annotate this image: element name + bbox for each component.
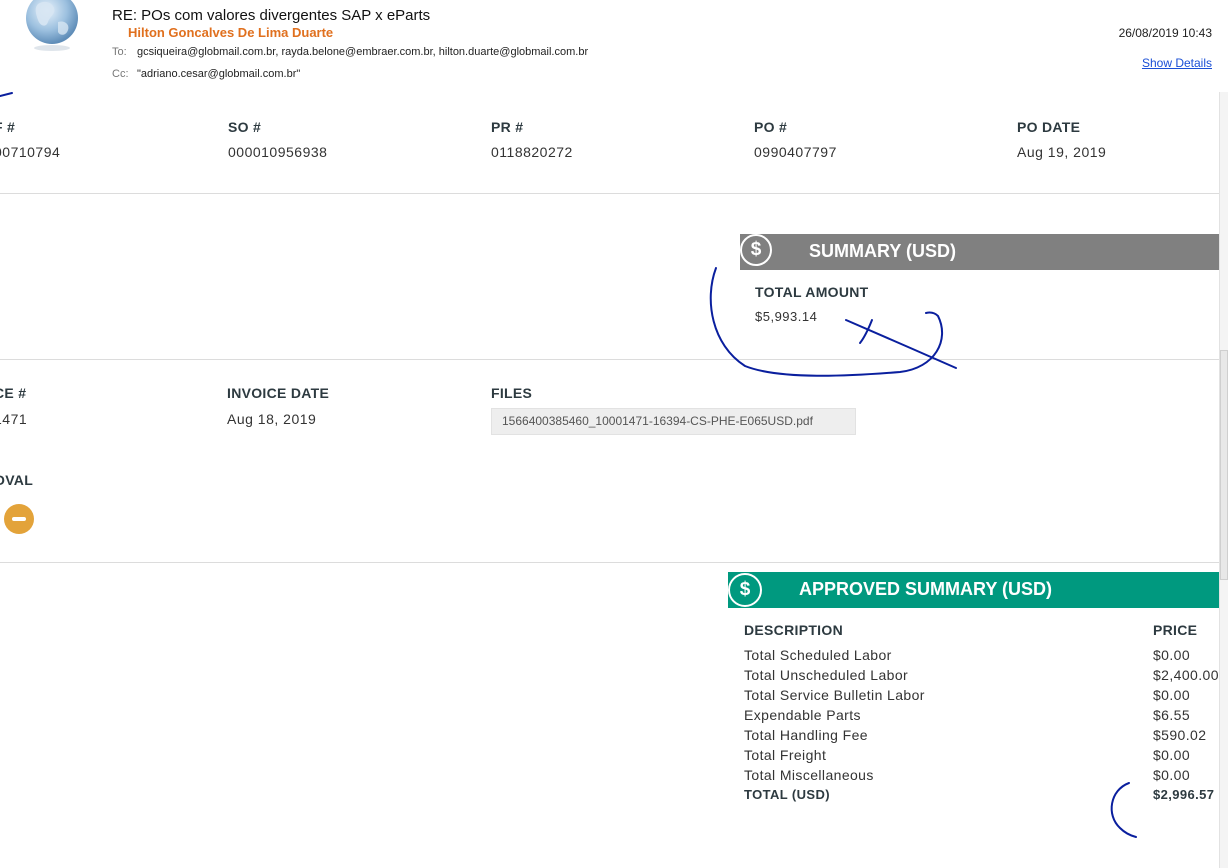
summary-row-description: Total Unscheduled Labor xyxy=(744,667,909,683)
so-label: SO # xyxy=(228,119,262,135)
sender-name[interactable]: Hilton Goncalves De Lima Duarte xyxy=(128,25,333,40)
summary-row-price: $0.00 xyxy=(1153,687,1191,703)
po-value: 0990407797 xyxy=(754,144,837,160)
summary-row-price: $2,400.00 xyxy=(1153,667,1219,683)
invoice-date-value: Aug 18, 2019 xyxy=(227,411,317,427)
files-label: FILES xyxy=(491,385,533,401)
pr-label: PR # xyxy=(491,119,524,135)
scrollbar-thumb[interactable] xyxy=(1220,350,1228,580)
summary-row-price: $0.00 xyxy=(1153,747,1191,763)
summary-row-description: Total Freight xyxy=(744,747,827,763)
approved-summary-title: APPROVED SUMMARY (USD) xyxy=(799,579,1053,599)
sender-avatar xyxy=(24,0,80,52)
invoice-date-label: INVOICE DATE xyxy=(227,385,330,401)
ref-label: F # xyxy=(0,119,16,135)
total-usd-value: $2,996.57 xyxy=(1153,787,1215,802)
description-column-header: DESCRIPTION xyxy=(744,622,843,638)
cc-recipients[interactable]: "adriano.cesar@globmail.com.br" xyxy=(137,68,300,80)
summary-row-description: Total Handling Fee xyxy=(744,727,868,743)
total-usd-label: TOTAL (USD) xyxy=(744,787,831,802)
po-date-value: Aug 19, 2019 xyxy=(1017,144,1107,160)
divider xyxy=(0,193,1219,194)
ref-value: 00710794 xyxy=(0,144,61,160)
pr-value: 0118820272 xyxy=(491,144,573,160)
cc-label: Cc: xyxy=(112,68,129,80)
dollar-icon: $ xyxy=(740,234,772,266)
to-recipients[interactable]: gcsiqueira@globmail.com.br, rayda.belone… xyxy=(137,46,588,58)
pending-status-icon xyxy=(4,504,34,534)
attachment-file-link[interactable]: 1566400385460_10001471-16394-CS-PHE-E065… xyxy=(491,408,856,435)
po-label: PO # xyxy=(754,119,788,135)
invoice-number-value: 1471 xyxy=(0,411,28,427)
summary-title: SUMMARY (USD) xyxy=(809,241,956,261)
summary-row-price: $590.02 xyxy=(1153,727,1207,743)
total-amount-value: $5,993.14 xyxy=(755,309,818,324)
summary-row-description: Total Miscellaneous xyxy=(744,767,874,783)
email-subject: RE: POs com valores divergentes SAP x eP… xyxy=(112,7,431,24)
summary-row-description: Total Service Bulletin Labor xyxy=(744,687,925,703)
summary-row-description: Expendable Parts xyxy=(744,707,861,723)
show-details-link[interactable]: Show Details xyxy=(1142,56,1212,70)
summary-row-price: $0.00 xyxy=(1153,767,1191,783)
dollar-icon: $ xyxy=(728,573,762,607)
approval-label: OVAL xyxy=(0,472,34,488)
invoice-number-label: CE # xyxy=(0,385,27,401)
summary-row-description: Total Scheduled Labor xyxy=(744,647,892,663)
divider xyxy=(0,359,1219,360)
email-date: 26/08/2019 10:43 xyxy=(1118,26,1212,40)
po-date-label: PO DATE xyxy=(1017,119,1081,135)
total-amount-label: TOTAL AMOUNT xyxy=(755,284,869,300)
to-label: To: xyxy=(112,46,127,58)
so-value: 000010956938 xyxy=(228,144,328,160)
summary-row-price: $6.55 xyxy=(1153,707,1191,723)
price-column-header: PRICE xyxy=(1153,622,1198,638)
divider xyxy=(0,562,1219,563)
summary-row-price: $0.00 xyxy=(1153,647,1191,663)
